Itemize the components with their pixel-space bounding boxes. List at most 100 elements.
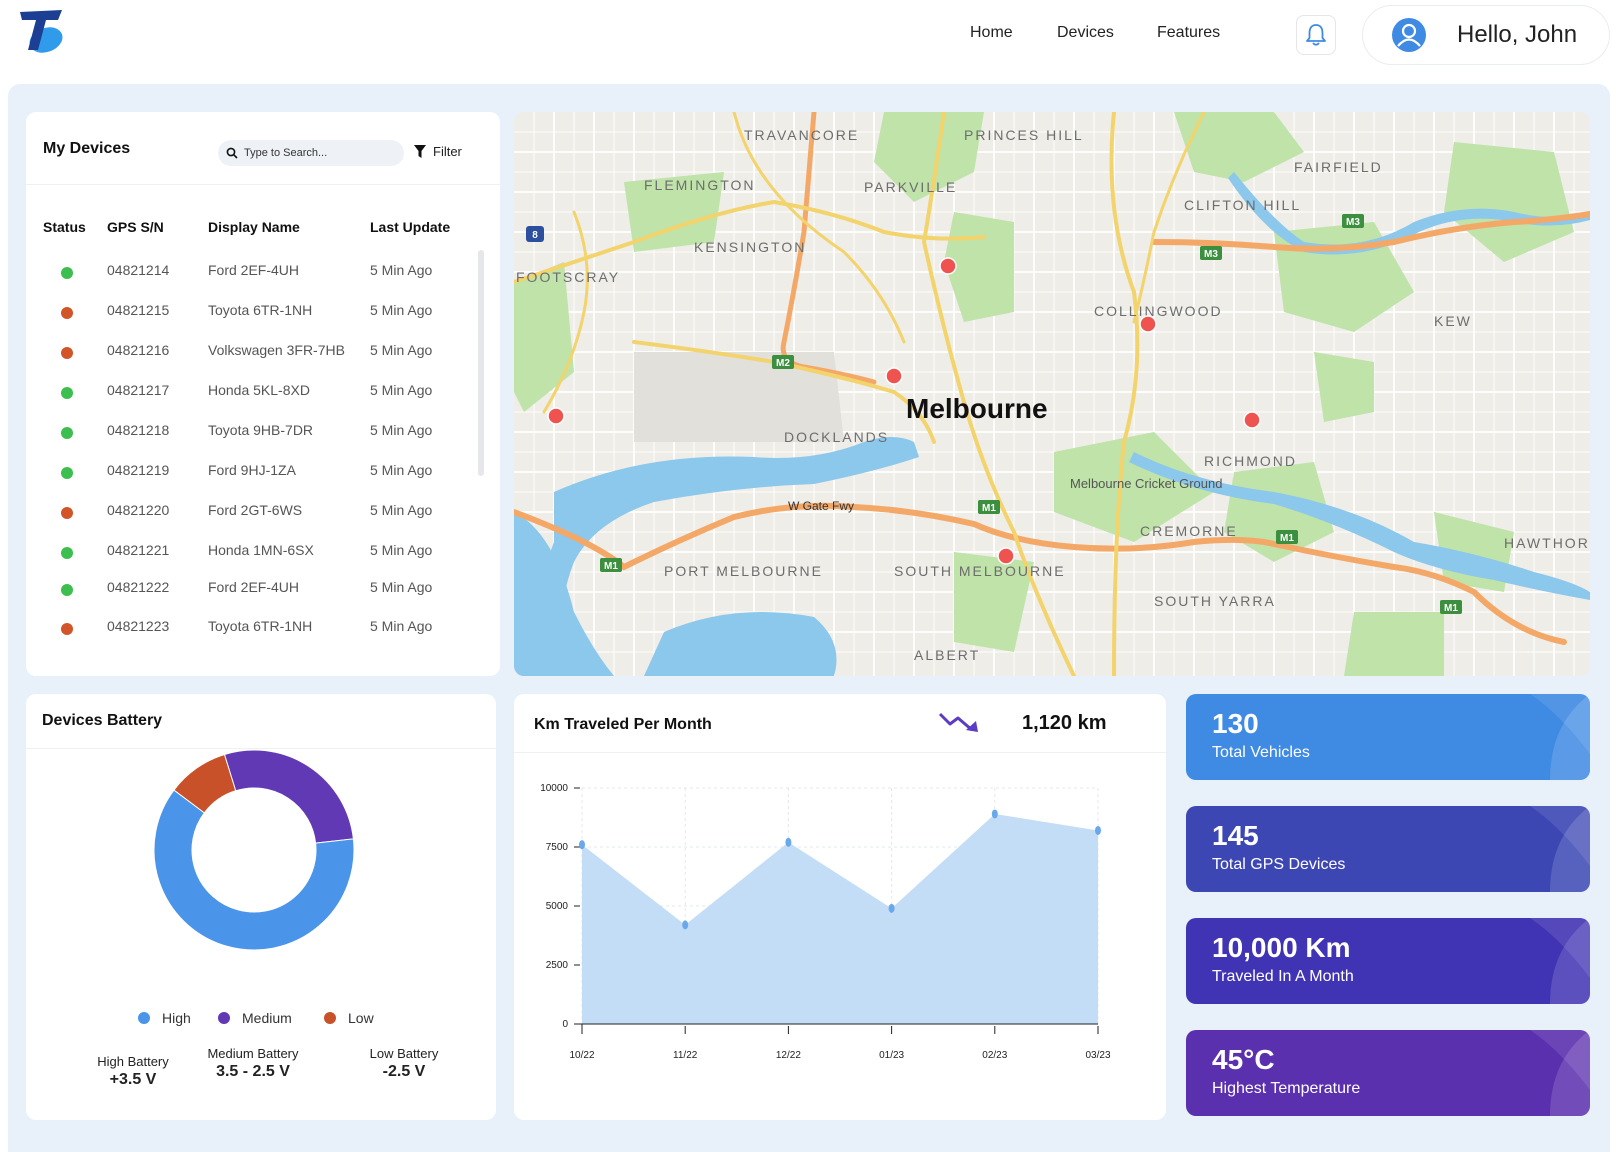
status-dot — [61, 267, 73, 279]
vehicle-marker[interactable] — [939, 257, 957, 275]
user-menu[interactable]: Hello, John — [1362, 5, 1610, 65]
data-point — [888, 903, 895, 913]
stat-value: 45°C — [1212, 1044, 1275, 1075]
row-last-update: 5 Min Ago — [370, 302, 433, 318]
search-input[interactable] — [244, 147, 394, 159]
svg-text:RICHMOND: RICHMOND — [1204, 453, 1297, 469]
x-tick-label: 03/23 — [1085, 1050, 1110, 1061]
legend-low[interactable]: Low — [324, 1010, 374, 1026]
vehicle-marker[interactable] — [885, 367, 903, 385]
svg-text:M3: M3 — [1204, 249, 1218, 260]
data-point — [682, 920, 689, 930]
table-row[interactable]: 04821216 Volkswagen 3FR-7HB 5 Min Ago — [26, 332, 500, 372]
filter-icon — [414, 145, 426, 158]
legend-dot-low — [324, 1012, 336, 1024]
device-search[interactable] — [218, 140, 404, 166]
table-row[interactable]: 04821214 Ford 2EF-4UH 5 Min Ago — [26, 252, 500, 292]
y-tick-label: 7500 — [546, 842, 569, 853]
svg-text:PORT MELBOURNE: PORT MELBOURNE — [664, 563, 823, 579]
status-dot — [61, 507, 73, 519]
row-gps-sn: 04821220 — [107, 502, 170, 518]
data-point — [1095, 825, 1101, 835]
donut-slice-medium[interactable] — [223, 749, 354, 844]
svg-text:W Gate Fwy: W Gate Fwy — [788, 499, 854, 513]
table-row[interactable]: 04821223 Toyota 6TR-1NH 5 Min Ago — [26, 608, 500, 648]
row-last-update: 5 Min Ago — [370, 542, 433, 558]
trend-down-icon — [938, 712, 978, 732]
table-row[interactable]: 04821221 Honda 1MN-6SX 5 Min Ago — [26, 532, 500, 572]
nav-home[interactable]: Home — [970, 24, 1013, 42]
table-row[interactable]: 04821217 Honda 5KL-8XD 5 Min Ago — [26, 372, 500, 412]
table-row[interactable]: 04821219 Ford 9HJ-1ZA 5 Min Ago — [26, 452, 500, 492]
svg-text:FOOTSCRAY: FOOTSCRAY — [516, 269, 620, 285]
row-gps-sn: 04821222 — [107, 579, 170, 595]
table-row[interactable]: 04821222 Ford 2EF-4UH 5 Min Ago — [26, 569, 500, 609]
nav-features[interactable]: Features — [1157, 24, 1220, 42]
stat-card-decoration — [1530, 806, 1590, 892]
legend-medium[interactable]: Medium — [218, 1010, 292, 1026]
notifications-button[interactable] — [1296, 15, 1336, 55]
km-title: Km Traveled Per Month — [534, 716, 712, 733]
x-tick-label: 02/23 — [982, 1050, 1007, 1061]
devices-title: My Devices — [43, 140, 131, 157]
row-display-name: Honda 5KL-8XD — [208, 382, 310, 398]
col-status[interactable]: Status — [43, 219, 86, 235]
nav-devices[interactable]: Devices — [1057, 24, 1114, 42]
low-battery-stat: Low Battery -2.5 V — [369, 1046, 439, 1080]
col-last-update[interactable]: Last Update — [370, 219, 450, 235]
legend-high[interactable]: High — [138, 1010, 191, 1026]
user-greeting: Hello, John — [1457, 21, 1578, 48]
svg-text:COLLINGWOOD: COLLINGWOOD — [1094, 303, 1223, 319]
devices-scrollbar[interactable] — [478, 250, 484, 476]
stat-value: 10,000 Km — [1212, 932, 1351, 963]
stat-card[interactable]: 10,000 Km Traveled In A Month — [1186, 918, 1590, 1004]
svg-text:PRINCES HILL: PRINCES HILL — [964, 127, 1084, 143]
svg-text:M1: M1 — [1280, 533, 1294, 544]
stat-label: Traveled In A Month — [1212, 968, 1354, 985]
devices-table-body: 04821214 Ford 2EF-4UH 5 Min Ago 04821215 Toy… — [26, 252, 500, 648]
legend-dot-high — [138, 1012, 150, 1024]
x-tick-label: 11/22 — [673, 1050, 698, 1061]
status-dot — [61, 547, 73, 559]
stat-card[interactable]: 145 Total GPS Devices — [1186, 806, 1590, 892]
col-gps-sn[interactable]: GPS S/N — [107, 219, 164, 235]
vehicle-marker[interactable] — [1243, 411, 1261, 429]
data-point — [991, 809, 998, 819]
map-canvas[interactable]: M2 M3 M3 M1 M1 M1 M1 8 TRAVANCORE PRINCE… — [514, 112, 1590, 676]
row-last-update: 5 Min Ago — [370, 382, 433, 398]
y-tick-label: 0 — [562, 1019, 568, 1030]
row-display-name: Toyota 9HB-7DR — [208, 422, 314, 438]
area-fill — [582, 813, 1098, 1024]
km-total: 1,120 km — [1022, 712, 1107, 734]
svg-text:SOUTH MELBOURNE: SOUTH MELBOURNE — [894, 563, 1066, 579]
vehicle-marker[interactable] — [547, 407, 565, 425]
stat-card[interactable]: 45°C Highest Temperature — [1186, 1030, 1590, 1116]
row-display-name: Ford 2EF-4UH — [208, 262, 300, 278]
row-display-name: Toyota 6TR-1NH — [208, 302, 313, 318]
vehicle-marker[interactable] — [997, 547, 1015, 565]
x-tick-label: 10/22 — [569, 1050, 594, 1061]
battery-card: Devices Battery High Medium Low High Bat… — [26, 694, 496, 1120]
city-label: Melbourne — [906, 393, 1048, 424]
vehicle-marker[interactable] — [1139, 315, 1157, 333]
telstra-logo[interactable] — [16, 6, 68, 58]
filter-button[interactable]: Filter — [414, 144, 462, 159]
svg-text:PARKVILLE: PARKVILLE — [864, 179, 957, 195]
table-row[interactable]: 04821215 Toyota 6TR-1NH 5 Min Ago — [26, 292, 500, 332]
battery-donut — [153, 749, 355, 951]
y-tick-label: 10000 — [540, 783, 568, 794]
svg-text:DOCKLANDS: DOCKLANDS — [784, 429, 889, 445]
legend-dot-medium — [218, 1012, 230, 1024]
svg-text:CLIFTON HILL: CLIFTON HILL — [1184, 197, 1301, 213]
y-tick-label: 2500 — [546, 960, 569, 971]
table-row[interactable]: 04821218 Toyota 9HB-7DR 5 Min Ago — [26, 412, 500, 452]
table-row[interactable]: 04821220 Ford 2GT-6WS 5 Min Ago — [26, 492, 500, 532]
status-dot — [61, 307, 73, 319]
stat-card[interactable]: 130 Total Vehicles — [1186, 694, 1590, 780]
fleet-map[interactable]: M2 M3 M3 M1 M1 M1 M1 8 TRAVANCORE PRINCE… — [514, 112, 1590, 676]
col-display-name[interactable]: Display Name — [208, 219, 300, 235]
svg-text:FAIRFIELD: FAIRFIELD — [1294, 159, 1383, 175]
row-last-update: 5 Min Ago — [370, 618, 433, 634]
row-gps-sn: 04821219 — [107, 462, 170, 478]
svg-text:HAWTHORN EAST: HAWTHORN EAST — [1504, 535, 1590, 551]
